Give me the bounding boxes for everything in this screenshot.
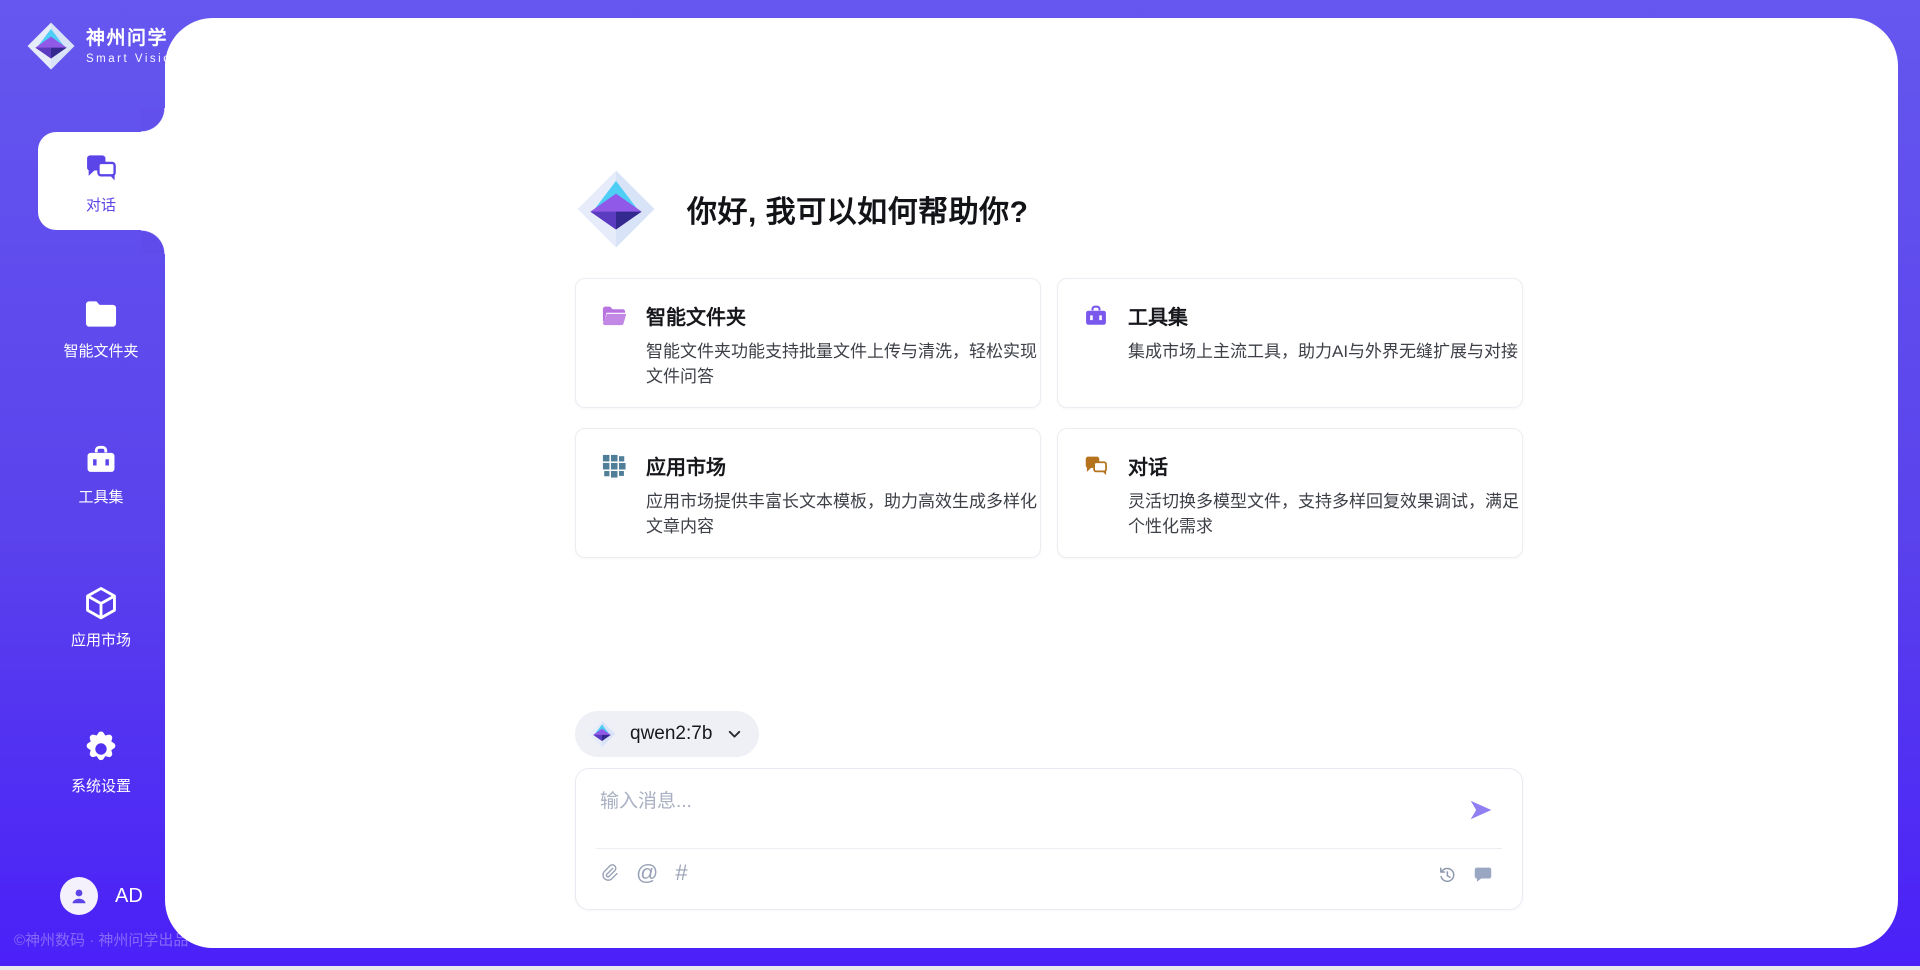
user-profile[interactable]: AD xyxy=(60,877,143,915)
card-description: 智能文件夹功能支持批量文件上传与清洗，轻松实现文件问答 xyxy=(646,339,1038,389)
chat-icon xyxy=(82,149,120,187)
sidebar-item-label: 工具集 xyxy=(78,486,123,507)
sidebar-item-label: 对话 xyxy=(86,194,116,215)
feature-card-chat[interactable]: 对话 灵活切换多模型文件，支持多样回复效果调试，满足个性化需求 xyxy=(1057,428,1523,558)
app: { "brand": { "name": "神州问学", "subtitle":… xyxy=(0,0,1920,970)
greeting: 你好, 我可以如何帮助你? xyxy=(575,166,1029,252)
brand-logo-icon xyxy=(26,20,76,72)
feedback-bubble-icon[interactable] xyxy=(1472,864,1494,886)
cube-icon xyxy=(82,584,120,622)
chevron-down-icon xyxy=(726,726,743,743)
card-title: 智能文件夹 xyxy=(646,301,1038,330)
model-name: qwen2:7b xyxy=(630,723,712,745)
feature-card-app-market[interactable]: 应用市场 应用市场提供丰富长文本模板，助力高效生成多样化文章内容 xyxy=(575,428,1041,558)
card-title: 对话 xyxy=(1128,451,1520,480)
sidebar-item-app-market[interactable]: 应用市场 xyxy=(36,584,166,650)
brand-subtitle: Smart Vision xyxy=(86,53,181,65)
history-icon[interactable] xyxy=(1436,864,1458,886)
feature-cards: 智能文件夹 智能文件夹功能支持批量文件上传与清洗，轻松实现文件问答 工具集 集成… xyxy=(575,278,1523,558)
mention-icon[interactable]: @ xyxy=(636,862,658,883)
message-input[interactable] xyxy=(598,784,1432,844)
card-title: 工具集 xyxy=(1128,301,1520,330)
card-description: 集成市场上主流工具，助力AI与外界无缝扩展与对接 xyxy=(1128,339,1520,364)
brand[interactable]: 神州问学 Smart Vision xyxy=(26,20,181,72)
composer-tools-right xyxy=(1436,864,1494,886)
briefcase-icon xyxy=(82,441,120,479)
bottom-edge xyxy=(0,966,1920,970)
gear-icon xyxy=(82,730,120,768)
sidebar-item-label: 应用市场 xyxy=(71,629,131,650)
user-name: AD xyxy=(115,885,143,908)
message-composer: @ # xyxy=(575,768,1523,910)
sidebar-item-chat[interactable]: 对话 xyxy=(36,149,166,215)
composer-divider xyxy=(596,848,1502,849)
folder-icon xyxy=(82,295,120,333)
avatar xyxy=(60,877,98,915)
hashtag-icon[interactable]: # xyxy=(675,862,687,883)
sidebar-item-smart-folder[interactable]: 智能文件夹 xyxy=(36,295,166,361)
toolbox-icon xyxy=(1082,302,1110,330)
feature-card-smart-folder[interactable]: 智能文件夹 智能文件夹功能支持批量文件上传与清洗，轻松实现文件问答 xyxy=(575,278,1041,408)
attachment-icon[interactable] xyxy=(598,862,619,883)
card-description: 灵活切换多模型文件，支持多样回复效果调试，满足个性化需求 xyxy=(1128,489,1520,539)
composer-tools: @ # xyxy=(598,862,688,883)
brand-name: 神州问学 xyxy=(86,28,181,50)
folder-icon xyxy=(600,302,628,330)
model-selector[interactable]: qwen2:7b xyxy=(575,711,759,757)
card-title: 应用市场 xyxy=(646,451,1038,480)
chat-icon xyxy=(1082,452,1110,480)
active-tab-curve-bottom xyxy=(141,230,166,254)
copyright: ©神州数码 · 神州问学出品 xyxy=(14,929,188,950)
sidebar-item-label: 系统设置 xyxy=(71,775,131,796)
active-tab-curve-top xyxy=(141,108,166,132)
sidebar-item-toolset[interactable]: 工具集 xyxy=(36,441,166,507)
send-icon[interactable] xyxy=(1468,797,1494,823)
grid-icon xyxy=(600,452,628,480)
greeting-text: 你好, 我可以如何帮助你? xyxy=(687,187,1029,231)
sidebar-item-label: 智能文件夹 xyxy=(63,340,138,361)
model-logo-icon xyxy=(588,719,616,749)
feature-card-toolset[interactable]: 工具集 集成市场上主流工具，助力AI与外界无缝扩展与对接 xyxy=(1057,278,1523,408)
main-panel: 你好, 我可以如何帮助你? 智能文件夹 智能文件夹功能支持批量文件上传与清洗，轻… xyxy=(165,18,1898,948)
content-column: 你好, 我可以如何帮助你? 智能文件夹 智能文件夹功能支持批量文件上传与清洗，轻… xyxy=(575,18,1523,948)
person-icon xyxy=(67,884,91,908)
app-logo-icon xyxy=(575,166,657,252)
sidebar-item-settings[interactable]: 系统设置 xyxy=(36,730,166,796)
card-description: 应用市场提供丰富长文本模板，助力高效生成多样化文章内容 xyxy=(646,489,1038,539)
